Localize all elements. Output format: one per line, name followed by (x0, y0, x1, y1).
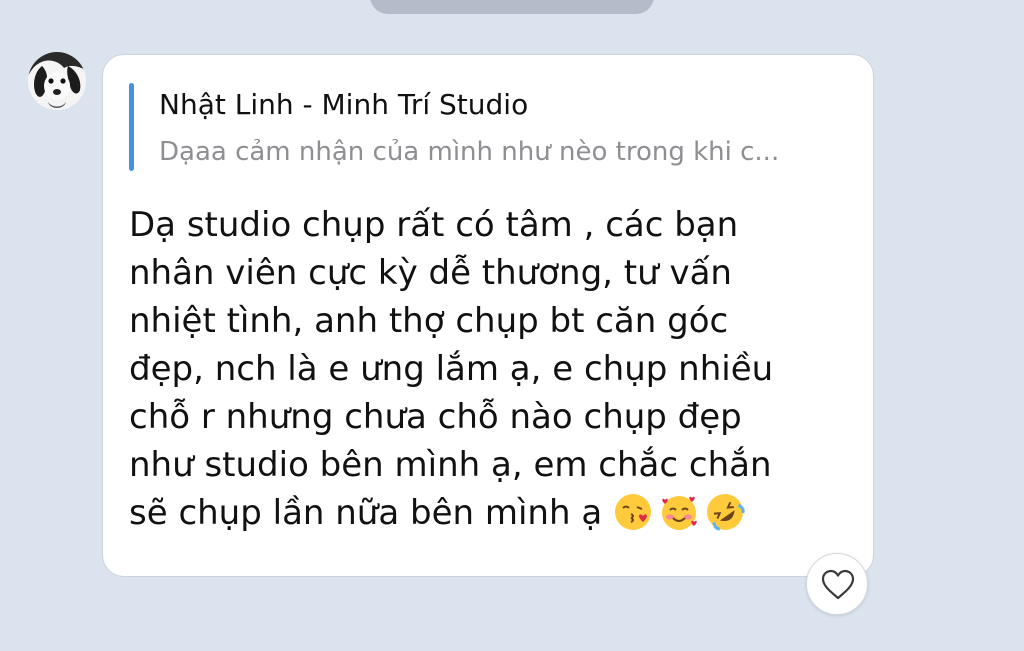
message-line: Dạ studio chụp rất có tâm , các bạn (129, 205, 739, 245)
message-line: chỗ r nhưng chưa chỗ nào chụp đẹp (129, 397, 742, 437)
heart-outline-icon (821, 569, 855, 600)
message-last-line: sẽ chụp lần nữa bên mình ạ (129, 489, 849, 537)
message-text: Dạ studio chụp rất có tâm , các bạn nhân… (129, 201, 849, 537)
message-line: như studio bên mình ạ, em chắc chắn (129, 445, 772, 485)
quote-text: Dạaa cảm nhận của mình như nèo trong khi… (159, 137, 780, 167)
message-line: nhân viên cực kỳ dễ thương, tư vấn (129, 253, 732, 293)
emoji-group (602, 493, 745, 533)
rolling-on-floor-laughing-emoji (706, 494, 745, 531)
smiling-face-with-hearts-emoji (661, 496, 697, 530)
message-line: đẹp, nch là e ưng lắm ạ, e chụp nhiều (129, 349, 774, 389)
message-line-text: sẽ chụp lần nữa bên mình ạ (129, 493, 603, 533)
quote-bar (129, 83, 134, 171)
quote-author: Nhật Linh - Minh Trí Studio (159, 88, 529, 121)
message-line: nhiệt tình, anh thợ chụp bt căn góc (129, 301, 729, 341)
message-bubble[interactable]: Nhật Linh - Minh Trí Studio Dạaa cảm nhậ… (102, 54, 874, 577)
reply-quote[interactable]: Nhật Linh - Minh Trí Studio Dạaa cảm nhậ… (129, 83, 849, 171)
dog-avatar-icon (28, 52, 86, 110)
react-heart-button[interactable] (806, 553, 868, 615)
face-blowing-kiss-emoji (614, 494, 651, 530)
top-indicator-pill (370, 0, 654, 14)
sender-avatar[interactable] (28, 52, 86, 110)
